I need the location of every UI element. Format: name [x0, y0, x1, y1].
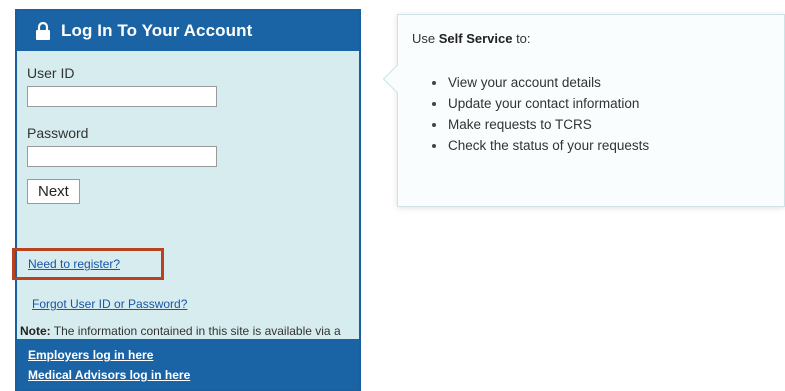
password-label: Password [27, 125, 89, 141]
list-item-text: Make requests to TCRS [448, 117, 592, 132]
medical-advisors-login-link[interactable]: Medical Advisors log in here [28, 365, 359, 385]
employers-login-link[interactable]: Employers log in here [28, 345, 359, 365]
register-link[interactable]: Need to register? [28, 257, 120, 271]
intro-prefix: Use [412, 31, 439, 46]
bullet-icon [432, 80, 436, 85]
list-item: View your account details [432, 72, 784, 93]
password-input[interactable] [27, 146, 217, 167]
login-header: Log In To Your Account [17, 11, 359, 51]
self-service-intro: Use Self Service to: [412, 31, 784, 46]
self-service-info-card: Use Self Service to: View your account d… [382, 14, 785, 207]
list-item-text: View your account details [448, 75, 601, 90]
intro-suffix: to: [512, 31, 531, 46]
list-item: Check the status of your requests [432, 135, 784, 156]
self-service-features-list: View your account details Update your co… [432, 72, 784, 156]
login-form: User ID Password Next Need to register? … [12, 51, 359, 358]
list-item-text: Update your contact information [448, 96, 640, 111]
list-item: Make requests to TCRS [432, 114, 784, 135]
note-label: Note: [20, 324, 51, 338]
forgot-credentials-link[interactable]: Forgot User ID or Password? [32, 297, 187, 311]
bullet-icon [432, 101, 436, 106]
user-id-label: User ID [27, 65, 75, 81]
register-highlight: Need to register? [12, 248, 164, 280]
next-button[interactable]: Next [27, 179, 80, 204]
user-id-input[interactable] [27, 86, 217, 107]
list-item: Update your contact information [432, 93, 784, 114]
intro-bold: Self Service [438, 31, 513, 46]
bullet-icon [432, 143, 436, 148]
login-panel: Log In To Your Account User ID Password … [12, 9, 361, 391]
list-item-text: Check the status of your requests [448, 138, 650, 153]
card-pointer [382, 64, 412, 94]
bullet-icon [432, 122, 436, 127]
lock-icon [35, 21, 51, 40]
alternate-login-links: Employers log in here Medical Advisors l… [17, 339, 359, 389]
login-title: Log In To Your Account [61, 21, 253, 40]
